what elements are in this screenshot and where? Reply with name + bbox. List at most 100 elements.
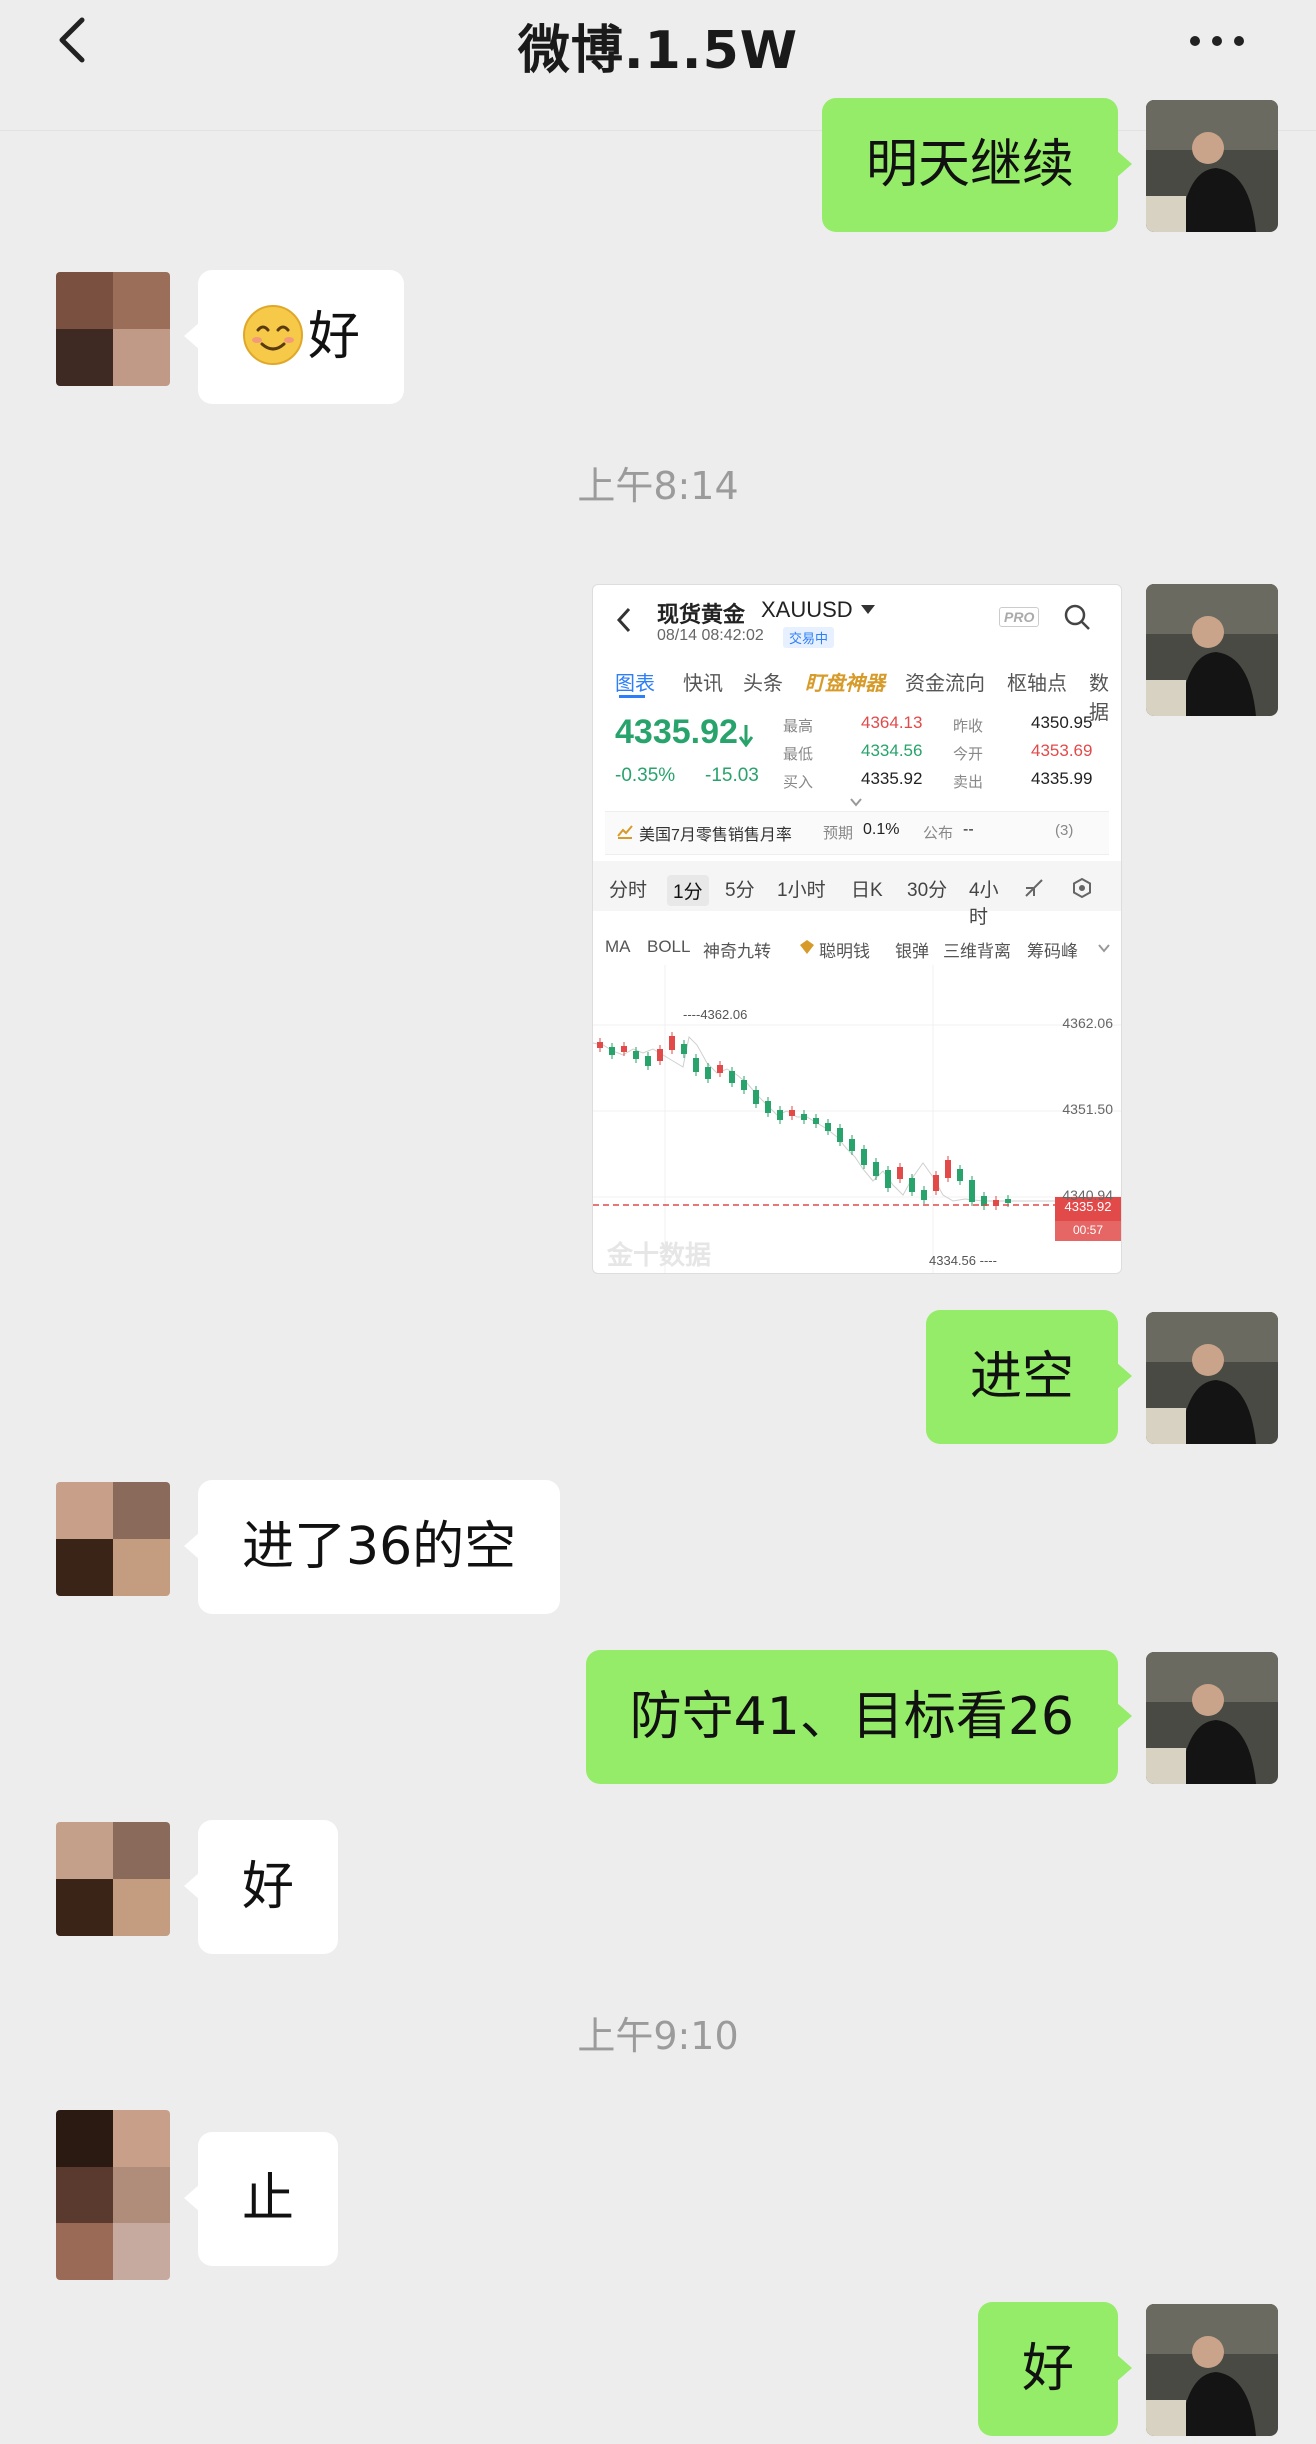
published-value: -- xyxy=(963,821,974,838)
stat-label: 昨收 xyxy=(953,718,984,735)
candle-body xyxy=(705,1067,711,1079)
chevron-left-icon xyxy=(616,607,631,633)
candle-body xyxy=(849,1139,855,1151)
candle-body xyxy=(957,1169,963,1181)
tab-chart: 图表 xyxy=(615,673,655,695)
candle-body xyxy=(657,1049,663,1061)
tab-pivot: 枢轴点 xyxy=(1007,673,1067,695)
message-bubble-received[interactable]: 好 xyxy=(183,270,405,404)
indicator-tag[interactable]: 三维背离 xyxy=(943,937,1011,962)
my-avatar[interactable] xyxy=(1146,2304,1278,2436)
my-avatar[interactable] xyxy=(1146,1652,1278,1784)
candlestick-chart xyxy=(593,965,1121,1273)
stat-buy: 4335.92 xyxy=(861,769,923,788)
message-bubble-sent[interactable]: 进空 xyxy=(925,1310,1133,1444)
message-bubble-received[interactable]: 好 xyxy=(183,1820,339,1954)
period-option[interactable]: 5分 xyxy=(725,875,755,902)
candle-body xyxy=(837,1128,843,1142)
last-price: 4335.92 xyxy=(615,713,738,751)
period-option-selected[interactable]: 1分 xyxy=(667,875,709,906)
my-avatar[interactable] xyxy=(1146,584,1278,716)
smiley-icon xyxy=(243,305,303,365)
pro-badge: PRO xyxy=(999,607,1040,627)
axis-label: 4362.06 xyxy=(1062,1015,1113,1031)
message-bubble-sent[interactable]: 防守41、目标看26 xyxy=(585,1650,1133,1784)
price-tag: 4335.92 xyxy=(1064,1199,1112,1214)
tab-flash: 快讯 xyxy=(683,673,723,695)
draw-tool-icon[interactable] xyxy=(1023,877,1045,899)
stat-label: 卖出 xyxy=(953,774,984,791)
expand-icon xyxy=(850,798,862,807)
change-percent: -0.35% xyxy=(615,765,676,786)
candle-body xyxy=(741,1080,747,1090)
arrow-down-icon xyxy=(739,725,753,747)
message-bubble-received[interactable]: 进了36的空 xyxy=(183,1480,561,1614)
contact-avatar[interactable] xyxy=(56,272,170,386)
candle-body xyxy=(909,1178,915,1192)
tab-headlines: 头条 xyxy=(743,673,783,695)
candle-body xyxy=(801,1114,807,1120)
top-bar: 微博.1.5W xyxy=(0,0,1316,131)
tab-underline xyxy=(619,695,645,698)
candle-body xyxy=(873,1162,879,1176)
candle-body xyxy=(693,1058,699,1072)
candle-body xyxy=(621,1046,627,1052)
candle-body xyxy=(969,1180,975,1202)
candle-body xyxy=(825,1123,831,1131)
indicator-tag[interactable]: 筹码峰 xyxy=(1027,937,1078,962)
candle-body xyxy=(1005,1199,1011,1203)
tab-data: 数据 xyxy=(1089,673,1109,724)
period-option[interactable]: 日K xyxy=(851,875,883,902)
contact-avatar[interactable] xyxy=(56,1482,170,1596)
message-bubble-sent[interactable]: 明天继续 xyxy=(821,98,1133,232)
countdown-tag: 00:57 xyxy=(1072,1223,1104,1237)
axis-label: 4351.50 xyxy=(1062,1101,1113,1117)
period-option[interactable]: 30分 xyxy=(907,875,947,902)
my-avatar[interactable] xyxy=(1146,100,1278,232)
forecast-value: 0.1% xyxy=(863,821,900,838)
candle-body xyxy=(921,1190,927,1200)
candle-body xyxy=(861,1149,867,1165)
tab-monitor: 盯盘神器 xyxy=(805,673,885,695)
shared-screenshot[interactable]: 现货黄金 XAUUSD 08/14 08:42:02 交易中 PRO 图表 快讯… xyxy=(592,584,1122,1274)
stat-label: 今开 xyxy=(953,746,984,763)
more-dots-icon[interactable] xyxy=(1190,36,1260,48)
event-name: 美国7月零售销售月率 xyxy=(639,827,792,844)
candle-body xyxy=(933,1175,939,1191)
chat-title: 微博.1.5W xyxy=(517,21,799,81)
stat-high: 4364.13 xyxy=(861,713,923,732)
contact-avatar[interactable] xyxy=(56,1822,170,1936)
watermark: 金十数据 xyxy=(607,1240,712,1270)
settings-hex-icon[interactable] xyxy=(1071,877,1093,899)
indicator-tag[interactable]: 银弹 xyxy=(895,937,929,962)
contact-avatar[interactable] xyxy=(56,2110,170,2280)
chart-trend-icon xyxy=(617,825,633,839)
candle-body xyxy=(609,1047,615,1055)
candles xyxy=(597,1032,1011,1210)
tab-fund-flow: 资金流向 xyxy=(905,673,985,695)
timestamp: 上午8:14 xyxy=(577,464,739,508)
candle-body xyxy=(777,1110,783,1120)
indicator-tag[interactable]: BOLL xyxy=(647,937,690,957)
period-option[interactable]: 分时 xyxy=(609,875,647,902)
period-option[interactable]: 1小时 xyxy=(777,875,826,902)
indicator-tag[interactable]: 聪明钱 xyxy=(819,937,870,962)
message-bubble-received[interactable]: 止 xyxy=(183,2132,339,2266)
caret-down-icon xyxy=(861,605,875,614)
status-badge: 交易中 xyxy=(783,627,835,648)
my-avatar[interactable] xyxy=(1146,1312,1278,1444)
instrument-symbol: XAUUSD xyxy=(761,597,853,622)
candle-body xyxy=(885,1170,891,1188)
low-marker: 4334.56 ---- xyxy=(929,1253,997,1268)
search-icon xyxy=(1064,604,1090,630)
message-bubble-sent[interactable]: 好 xyxy=(977,2302,1133,2436)
candle-body xyxy=(597,1042,603,1048)
stat-label: 买入 xyxy=(783,774,814,791)
indicator-tag[interactable]: 神奇九转 xyxy=(703,937,771,962)
period-option[interactable]: 4小时 xyxy=(969,875,1005,929)
stat-open: 4353.69 xyxy=(1031,741,1093,760)
candle-body xyxy=(717,1065,723,1073)
indicator-tag[interactable]: MA xyxy=(605,937,631,957)
forecast-label: 预期 xyxy=(823,825,854,842)
stat-low: 4334.56 xyxy=(861,741,923,760)
